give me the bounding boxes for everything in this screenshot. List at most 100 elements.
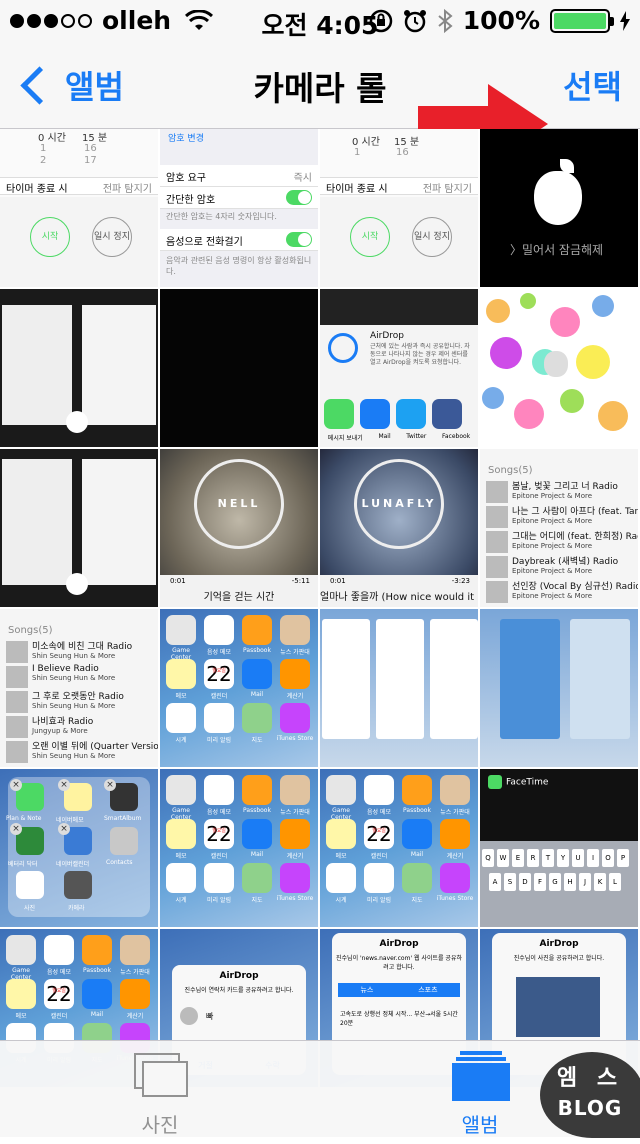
- song-item: 선인장 (Vocal By 심규선) Radio Epitone Project …: [486, 579, 638, 605]
- app-card: [570, 619, 630, 739]
- photo-thumbnail[interactable]: [320, 609, 478, 767]
- calendar-icon: 22: [364, 816, 394, 849]
- photo-thumbnail[interactable]: 0 시간 15 분 1 16 타이머 종료 시 전파 탐지기 시작 일시 정지: [320, 129, 478, 287]
- watermark-line-1: 엠 스: [556, 1066, 624, 1091]
- app-label: 캘린더: [50, 1013, 68, 1020]
- charging-icon: [620, 10, 630, 31]
- battery-percent: 100%: [462, 6, 540, 35]
- app-label: Passbook: [83, 967, 111, 974]
- app-card: [430, 619, 478, 739]
- settings-row-label: 암호 요구: [166, 173, 206, 184]
- keyboard-key: E: [512, 849, 524, 867]
- photo-thumbnail[interactable]: [160, 289, 318, 447]
- photo-thumbnail[interactable]: [0, 449, 158, 607]
- dialog-description: 진수님이 사진을 공유하려고 합니다.: [513, 955, 605, 962]
- app-label: 지도: [251, 737, 263, 744]
- song-title: 기억을 걷는 시간: [203, 592, 275, 603]
- timer-row: 16: [84, 143, 97, 154]
- photo-thumbnail[interactable]: Game Center 음성 메모 Passbook 뉴스 가판대 메모 22캘…: [160, 769, 318, 927]
- watermark-line-2: BLOG: [557, 1096, 623, 1120]
- photo-thumbnail[interactable]: [0, 289, 158, 447]
- album-art-text: LUNAFLY: [361, 497, 437, 510]
- timer-pause-button: 일시 정지: [412, 217, 452, 257]
- app-label: 뉴스 가판대: [440, 809, 470, 816]
- keyboard-key: U: [572, 849, 584, 867]
- photo-thumbnail[interactable]: 0 시간 15 분 1 2 16 17 타이머 종료 시 전파 탐지기 시작 일…: [0, 129, 158, 287]
- calendar-icon: 22: [44, 976, 74, 1009]
- photo-thumbnail[interactable]: Songs(5) 미소속에 비친 그대 Radio Shin Seung Hun …: [0, 609, 158, 767]
- select-button[interactable]: 선택: [563, 62, 622, 108]
- photo-thumbnail[interactable]: Plan & Note 네이버메모 SmartAlbum 베터리 닥터 네이버캘…: [0, 769, 158, 927]
- tab-photos-label: 사진: [141, 1113, 179, 1137]
- keyboard-key: L: [609, 873, 621, 891]
- photo-thumbnail[interactable]: [480, 609, 638, 767]
- tab-photos[interactable]: 사진: [80, 1041, 240, 1137]
- app-label: 음성 메모: [207, 809, 231, 816]
- photo-thumbnail[interactable]: Game Center 음성 메모 Passbook 뉴스 가판대 메모 22캘…: [320, 769, 478, 927]
- photo-thumbnail[interactable]: Songs(5) 봄날, 벚꽃 그리고 너 Radio Epitone Proje…: [480, 449, 638, 607]
- photo-thumbnail[interactable]: NELL 0:01 -5:11 기억을 걷는 시간: [160, 449, 318, 607]
- airdrop-icon: [328, 333, 358, 363]
- settings-row-value: 즉시: [293, 173, 312, 184]
- app-label: 미리 알림: [207, 737, 231, 744]
- app-label: 미리 알림: [367, 897, 391, 904]
- song-item: 그대는 어디에 (feat. 한희정) Radio Epitone Project…: [486, 529, 638, 555]
- navigation-bar: 앨범 카메라 롤 선택: [0, 40, 640, 164]
- keyboard-key: D: [519, 873, 531, 891]
- facetime-title: FaceTime: [488, 775, 548, 789]
- keyboard-key: T: [542, 849, 554, 867]
- song-item: Daybreak (새벽녘) Radio Epitone Project & Mo…: [486, 554, 638, 580]
- song-item: 오랜 이별 뒤에 (Quarter Versio... Shin Seung Hu…: [6, 739, 158, 765]
- screenshot-preview: [82, 459, 156, 585]
- player-bar: 0:01 -3:23 얼마나 좋을까 (How nice would it b: [320, 575, 478, 607]
- calendar-icon: 22: [204, 816, 234, 849]
- timer-row: 16: [396, 147, 409, 158]
- delete-badge-icon: ×: [58, 823, 70, 835]
- timer-end-row: 타이머 종료 시 전파 탐지기: [0, 177, 158, 195]
- timer-end-row: 타이머 종료 시 전파 탐지기: [320, 177, 478, 195]
- dialog-title: AirDrop: [539, 939, 579, 949]
- app-label: 네이버캘린더: [56, 861, 90, 868]
- timer-end-value: 전파 탐지기: [102, 184, 152, 195]
- app-label: 뉴스 가판대: [120, 969, 150, 976]
- app-label: 시계: [175, 737, 187, 744]
- photo-thumbnail[interactable]: 암호 변경 암호 요구 즉시 간단한 암호 간단한 암호는 4자리 숫자입니다.…: [160, 129, 318, 287]
- news-headline: 고속도로 상행선 정체 시작... 부산→서울 5시간20분: [340, 1011, 458, 1027]
- photo-strip: [320, 289, 478, 325]
- news-tab: 스포츠: [418, 986, 438, 994]
- keyboard-key: Y: [557, 849, 569, 867]
- timer-row: 17: [84, 155, 97, 166]
- tab-albums[interactable]: 앨범: [400, 1041, 560, 1137]
- delete-badge-icon: ×: [104, 779, 116, 791]
- photo-thumbnail[interactable]: Game Center 음성 메모 Passbook 뉴스 가판대 메모 22캘…: [160, 609, 318, 767]
- screenshot-preview: [2, 459, 72, 585]
- timer-end-label: 타이머 종료 시: [6, 184, 68, 195]
- photo-thumbnail[interactable]: [480, 289, 638, 447]
- timer-row: 2: [40, 155, 47, 166]
- app-label: 메모: [175, 693, 187, 700]
- app-label: 음성 메모: [47, 969, 71, 976]
- dialog-description: 진수님이 연락처 카드를 공유하려고 합니다.: [184, 987, 294, 994]
- timer-hours: 0 시간: [38, 133, 66, 144]
- mail-icon: [360, 399, 390, 429]
- calendar-icon: 22: [204, 656, 234, 689]
- app-label: Passbook: [243, 807, 271, 814]
- keyboard-key: H: [564, 873, 576, 891]
- timer-start-button: 시작: [30, 217, 70, 257]
- app-label: 네이버메모: [56, 817, 84, 824]
- delete-badge-icon: ×: [10, 779, 22, 791]
- photo-thumbnail[interactable]: LUNAFLY 0:01 -3:23 얼마나 좋을까 (How nice wou…: [320, 449, 478, 607]
- settings-row-label: 음성으로 전화걸기: [166, 237, 243, 248]
- keyboard-key: Q: [482, 849, 494, 867]
- photo-thumbnail[interactable]: AirDrop 근처에 있는 사람과 즉시 공유합니다. 자동으로 나타나지 않…: [320, 289, 478, 447]
- albums-icon: [452, 1051, 510, 1101]
- photo-thumbnail[interactable]: 〉밀어서 잠금해제: [480, 129, 638, 287]
- twitter-icon: [396, 399, 426, 429]
- remaining-time: -5:11: [291, 577, 310, 585]
- share-app-names: 메시지 보내기 Mail Twitter Facebook: [320, 433, 478, 442]
- share-app-label: 메시지 보내기: [327, 435, 363, 442]
- keyboard-key: F: [534, 873, 546, 891]
- photo-thumbnail[interactable]: FaceTime Q W E R T Y U I O P A S D F G H…: [480, 769, 638, 927]
- shutter-icon: [66, 573, 88, 595]
- remaining-time: -3:23: [451, 577, 470, 585]
